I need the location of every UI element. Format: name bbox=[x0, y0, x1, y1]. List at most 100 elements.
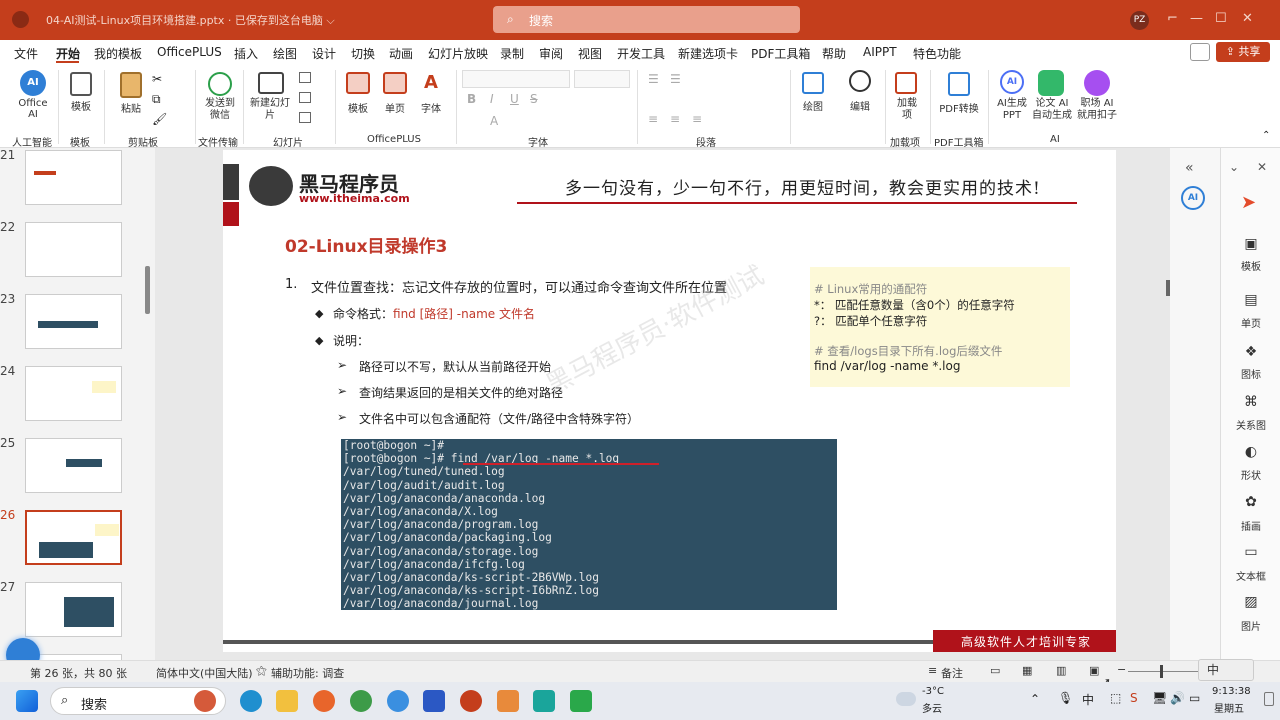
accessibility[interactable]: 辅助功能: 调查 bbox=[271, 665, 344, 681]
edit-icon[interactable] bbox=[849, 70, 871, 92]
chrome-icon[interactable] bbox=[350, 690, 372, 712]
powerpoint-icon[interactable] bbox=[460, 690, 482, 712]
section-icon[interactable] bbox=[299, 112, 311, 123]
maximize-icon[interactable]: ☐ bbox=[1215, 11, 1227, 26]
clock-time[interactable]: 9:13:38 bbox=[1212, 686, 1251, 697]
ai-ppt-button[interactable]: AI生成PPT bbox=[995, 98, 1029, 122]
search-box[interactable]: ⌕ 搜索 bbox=[493, 6, 800, 33]
numbering-icon[interactable]: ☰ bbox=[670, 72, 681, 86]
panel-template-icon[interactable]: ▣ bbox=[1221, 236, 1280, 252]
office-ai-button[interactable]: Office AI bbox=[14, 98, 52, 120]
template-button[interactable]: 模板 bbox=[66, 98, 96, 113]
thumb-slide-21[interactable] bbox=[25, 150, 122, 205]
office-ai-icon[interactable]: AI bbox=[20, 70, 46, 96]
font-size-dropdown[interactable] bbox=[574, 70, 630, 88]
collapse-panel-icon[interactable]: « bbox=[1185, 160, 1194, 176]
font-color-icon[interactable]: A bbox=[490, 114, 498, 128]
bold-icon[interactable]: B bbox=[467, 92, 476, 106]
comment-icon[interactable] bbox=[1190, 43, 1210, 61]
thumb-slide-22[interactable] bbox=[25, 222, 122, 277]
zoom-out-icon[interactable]: − bbox=[1117, 663, 1126, 676]
menu-draw[interactable]: 绘图 bbox=[273, 45, 297, 62]
addin-button[interactable]: 加载项 bbox=[897, 98, 917, 122]
new-slide-button[interactable]: 新建幻灯片 bbox=[250, 98, 290, 122]
menu-design[interactable]: 设计 bbox=[312, 45, 336, 62]
app-icon-blue[interactable] bbox=[423, 690, 445, 712]
tray-wps-icon[interactable]: S bbox=[1130, 691, 1138, 705]
minimize-icon[interactable]: — bbox=[1190, 11, 1203, 26]
menu-aippt[interactable]: AIPPT bbox=[863, 45, 897, 59]
avatar[interactable]: PZ bbox=[1130, 11, 1149, 30]
slide-count[interactable]: 第 26 张，共 80 张 bbox=[30, 665, 127, 681]
format-painter-icon[interactable]: 🖌 bbox=[152, 112, 167, 126]
thumb-slide-27[interactable] bbox=[25, 582, 122, 637]
pdf-convert-icon[interactable] bbox=[948, 72, 970, 96]
template2-icon[interactable] bbox=[346, 72, 370, 94]
single-page-button[interactable]: 单页 bbox=[379, 100, 411, 115]
paste-icon[interactable] bbox=[120, 72, 142, 98]
app-icon-green[interactable] bbox=[570, 690, 592, 712]
italic-icon[interactable]: I bbox=[490, 92, 494, 106]
sorter-view-icon[interactable]: ▦ bbox=[1022, 664, 1032, 677]
font-icon[interactable]: A bbox=[420, 72, 442, 94]
single-page-icon[interactable] bbox=[383, 72, 407, 94]
network-icon[interactable]: 🖥 bbox=[1152, 691, 1167, 705]
menu-slideshow[interactable]: 幻灯片放映 bbox=[428, 45, 488, 62]
cut-icon[interactable]: ✂ bbox=[152, 72, 162, 86]
thumb-slide-25[interactable] bbox=[25, 438, 122, 493]
draw-button[interactable]: 绘图 bbox=[797, 98, 829, 113]
widget-icon[interactable] bbox=[194, 690, 216, 712]
menu-insert[interactable]: 插入 bbox=[234, 45, 258, 62]
panel-textbox[interactable]: 文本框 bbox=[1221, 568, 1280, 583]
search-app-icon[interactable] bbox=[387, 690, 409, 712]
scroll-thumb[interactable] bbox=[1166, 282, 1170, 296]
ime-indicator[interactable]: 中 bbox=[1198, 659, 1254, 681]
panel-icon-icon[interactable]: ❖ bbox=[1221, 344, 1280, 360]
panel-single[interactable]: 单页 bbox=[1221, 315, 1280, 330]
panel-template[interactable]: 模板 bbox=[1221, 258, 1280, 273]
thumb-slide-26[interactable] bbox=[25, 510, 122, 565]
mic-icon[interactable]: 🎙 bbox=[1058, 691, 1073, 705]
menu-my-templates[interactable]: 我的模板 bbox=[94, 45, 142, 62]
panel-textbox-icon[interactable]: ▭ bbox=[1221, 544, 1280, 560]
panel-shape[interactable]: 形状 bbox=[1221, 467, 1280, 482]
close-icon[interactable]: ✕ bbox=[1242, 11, 1253, 26]
panel-relation-icon[interactable]: ⌘ bbox=[1221, 394, 1280, 410]
menu-file[interactable]: 文件 bbox=[14, 45, 38, 62]
menu-record[interactable]: 录制 bbox=[500, 45, 524, 62]
paper-ai-icon[interactable] bbox=[1038, 70, 1064, 96]
app-icon-teal[interactable] bbox=[533, 690, 555, 712]
volume-icon[interactable]: 🔊 bbox=[1170, 691, 1185, 705]
menu-review[interactable]: 审阅 bbox=[539, 45, 563, 62]
font-button[interactable]: 字体 bbox=[415, 100, 447, 115]
app-icon-orange[interactable] bbox=[497, 690, 519, 712]
tray-chevron-icon[interactable]: ⌃ bbox=[1030, 692, 1040, 706]
language[interactable]: 简体中文(中国大陆) bbox=[156, 665, 253, 681]
template-icon[interactable] bbox=[70, 72, 92, 96]
file-explorer-icon[interactable] bbox=[276, 690, 298, 712]
collapse-ribbon-icon[interactable]: ⌃ bbox=[1262, 130, 1270, 141]
ai-assistant-icon[interactable]: AI bbox=[1181, 186, 1205, 210]
bullets-icon[interactable]: ☰ bbox=[648, 72, 659, 86]
edge-icon[interactable] bbox=[240, 690, 262, 712]
menu-view[interactable]: 视图 bbox=[578, 45, 602, 62]
menu-officeplus[interactable]: OfficePLUS bbox=[157, 45, 222, 59]
thumb-slide-24[interactable] bbox=[25, 366, 122, 421]
panel-illustration[interactable]: 插画 bbox=[1221, 518, 1280, 533]
workplace-ai-icon[interactable] bbox=[1084, 70, 1110, 96]
edit-button[interactable]: 编辑 bbox=[844, 98, 876, 113]
ribbon-display-icon[interactable]: ⌐ bbox=[1167, 11, 1178, 26]
firefox-icon[interactable] bbox=[313, 690, 335, 712]
workplace-ai-button[interactable]: 职场 AI 就用扣子 bbox=[1074, 98, 1120, 122]
panel-illustration-icon[interactable]: ✿ bbox=[1221, 494, 1280, 510]
align-left-icon[interactable]: ≡ bbox=[648, 112, 658, 126]
addin-icon[interactable] bbox=[895, 72, 917, 94]
align-right-icon[interactable]: ≡ bbox=[692, 112, 702, 126]
windows-start-icon[interactable] bbox=[16, 690, 38, 712]
menu-animations[interactable]: 动画 bbox=[389, 45, 413, 62]
layout-icon[interactable] bbox=[299, 72, 311, 83]
send-wechat-icon[interactable] bbox=[208, 72, 232, 96]
panel-dropdown-icon[interactable]: ⌄ bbox=[1229, 160, 1239, 174]
pdf-convert-button[interactable]: PDF转换 bbox=[935, 100, 983, 115]
notes-button[interactable]: 备注 bbox=[941, 665, 963, 681]
